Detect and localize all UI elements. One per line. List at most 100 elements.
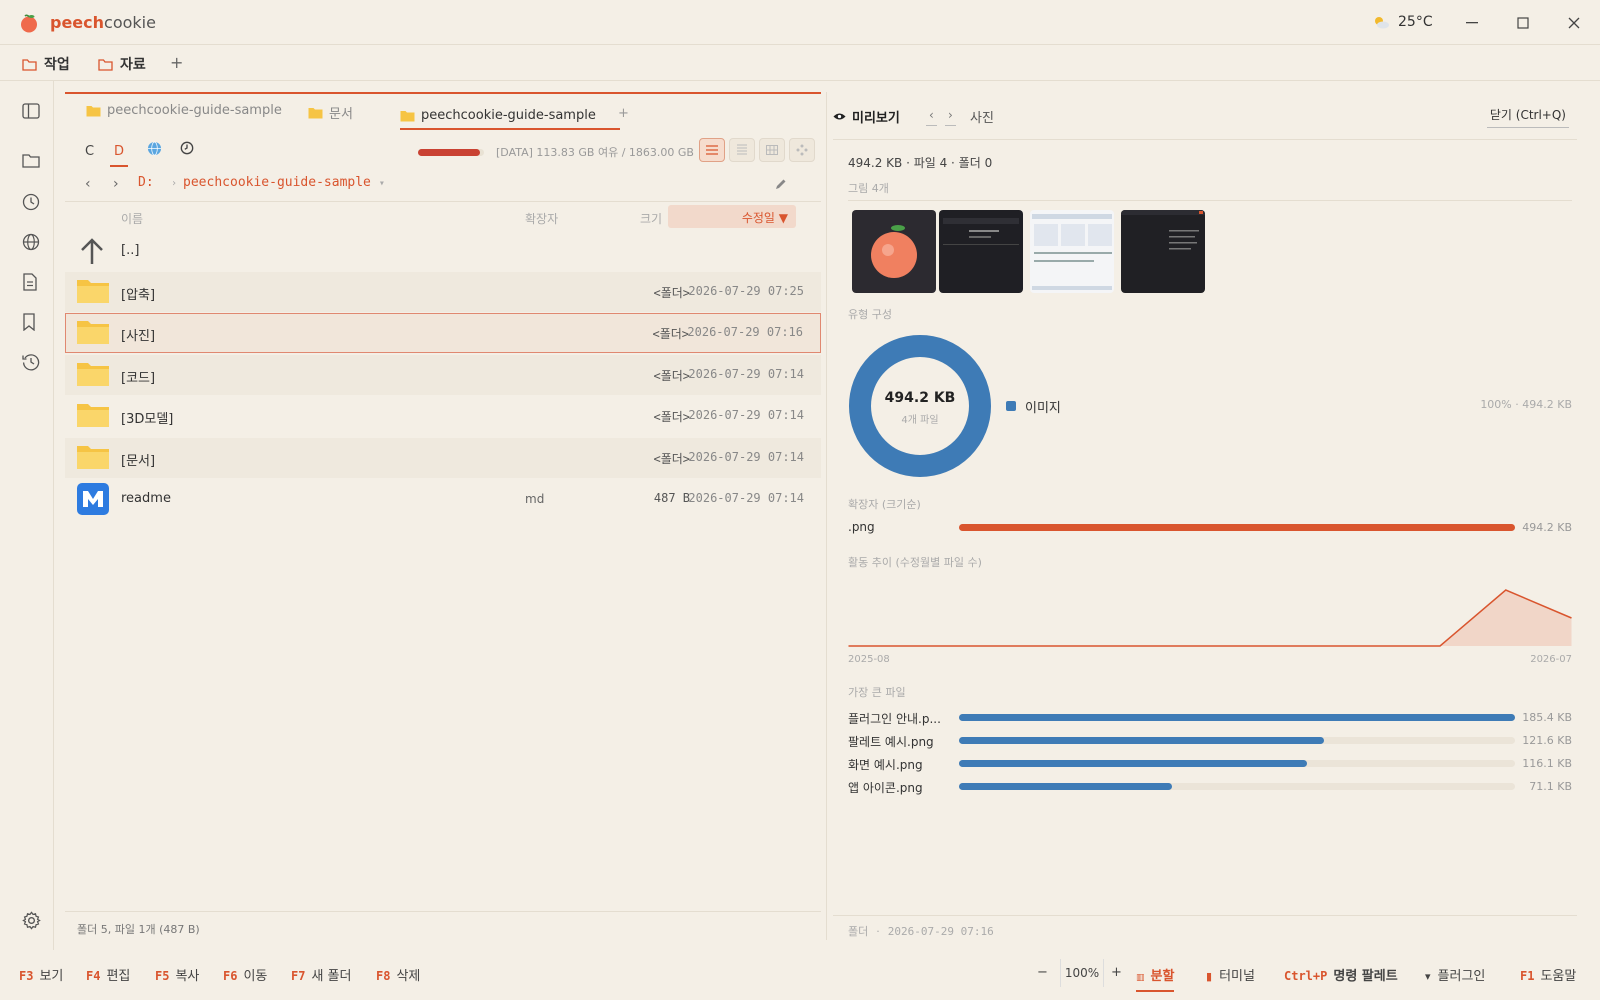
minimize-button[interactable]: [1460, 12, 1484, 34]
panel-divider[interactable]: [826, 92, 827, 940]
type-donut-chart: [849, 335, 991, 477]
plugin-button[interactable]: ▾ 플러그인: [1425, 965, 1485, 984]
thumbnail-screen-example[interactable]: [939, 210, 1023, 293]
activity-trend-chart: [848, 589, 1572, 647]
drive-c-button[interactable]: C: [85, 144, 94, 159]
legend-label: 이미지: [1025, 401, 1061, 416]
table-row[interactable]: [압축] <폴더> 2026-07-29 07:25: [65, 272, 821, 312]
grid-view-button[interactable]: [759, 138, 785, 162]
row-name: [..]: [121, 243, 140, 258]
column-ext[interactable]: 확장자: [525, 210, 558, 227]
table-row-selected[interactable]: [사진] <폴더> 2026-07-29 07:16: [65, 313, 821, 353]
up-arrow-icon: [76, 236, 108, 266]
recent-clock-icon[interactable]: [180, 141, 194, 155]
largest-bar-value: 185.4 KB: [1522, 711, 1572, 724]
history-icon[interactable]: [22, 353, 42, 373]
f8-delete-button[interactable]: F8 삭제: [376, 965, 420, 984]
row-size: <폴더>: [652, 327, 689, 341]
terminal-button[interactable]: ▮ 터미널: [1206, 965, 1255, 984]
largest-bar-fill: [959, 714, 1515, 721]
folder-icon: [400, 110, 415, 122]
toggle-panel-icon[interactable]: [22, 103, 42, 123]
peach-logo-icon: [19, 13, 39, 33]
split-icon: ▥: [1136, 973, 1145, 983]
folder-icon[interactable]: [22, 153, 42, 173]
back-button[interactable]: ‹: [85, 176, 91, 192]
zoom-in-button[interactable]: +: [1111, 965, 1122, 980]
clock-icon[interactable]: [22, 193, 42, 213]
workspace-tab-label: 자료: [120, 57, 146, 73]
folder-icon: [308, 107, 323, 119]
largest-bar-value: 116.1 KB: [1522, 757, 1572, 770]
breadcrumb-folder[interactable]: › peechcookie-guide-sample ▾: [171, 175, 385, 190]
folder-icon: [86, 105, 101, 117]
ext-bar-value: 494.2 KB: [1522, 521, 1572, 534]
f5-copy-button[interactable]: F5 복사: [155, 965, 199, 984]
table-row[interactable]: [3D모델] <폴더> 2026-07-29 07:14: [65, 396, 821, 436]
add-tab-button[interactable]: +: [618, 106, 629, 121]
column-name[interactable]: 이름: [121, 210, 143, 227]
thumbnail-plugin-guide[interactable]: [1121, 210, 1205, 293]
thumbnail-app-icon[interactable]: [852, 210, 936, 293]
parent-row[interactable]: [..]: [65, 231, 821, 271]
zoom-out-button[interactable]: −: [1037, 965, 1048, 980]
table-row[interactable]: [코드] <폴더> 2026-07-29 07:14: [65, 355, 821, 395]
tile-view-button[interactable]: [789, 138, 815, 162]
weather-icon: [1372, 14, 1390, 30]
table-row[interactable]: [문서] <폴더> 2026-07-29 07:14: [65, 438, 821, 478]
thumbnail-palette-example[interactable]: [1030, 210, 1114, 293]
edit-path-icon[interactable]: [775, 178, 787, 190]
function-key-bar: F3 보기 F4 편집 F5 복사 F6 이동 F7 새 폴더 F8 삭제 − 100% +…: [0, 950, 1600, 1000]
f6-move-button[interactable]: F6 이동: [223, 965, 267, 984]
globe-icon[interactable]: [22, 233, 42, 253]
row-size: <폴더>: [653, 369, 690, 383]
file-tab-label: peechcookie-guide-sample: [421, 108, 596, 123]
forward-button[interactable]: ›: [113, 176, 119, 192]
close-window-button[interactable]: [1562, 12, 1586, 34]
drive-d-button[interactable]: D: [110, 144, 129, 167]
largest-bar-label: 플러그인 안내.p...: [848, 712, 941, 726]
file-tab-active[interactable]: peechcookie-guide-sample: [400, 103, 620, 130]
file-tabs: peechcookie-guide-sample 문서 peechcookie-…: [65, 92, 821, 130]
document-icon[interactable]: [22, 273, 42, 293]
column-size[interactable]: 크기: [640, 210, 662, 227]
f4-edit-button[interactable]: F4 편집: [86, 965, 130, 984]
column-date-sorted[interactable]: 수정일 ▼: [668, 205, 796, 228]
f7-new-folder-button[interactable]: F7 새 폴더: [291, 965, 351, 984]
preview-header: 미리보기 ‹ › 사진 닫기 (Ctrl+Q): [833, 104, 1577, 140]
bookmark-icon[interactable]: [22, 313, 42, 333]
help-button[interactable]: F1 도움말: [1520, 965, 1576, 984]
preview-forward-button[interactable]: ›: [945, 108, 956, 126]
preview-back-button[interactable]: ‹: [926, 108, 937, 126]
add-workspace-button[interactable]: +: [170, 53, 183, 72]
largest-bar-label: 앱 아이콘.png: [848, 781, 923, 795]
command-palette-button[interactable]: Ctrl+P 명령 팔레트: [1284, 965, 1398, 984]
detail-view-button[interactable]: [729, 138, 755, 162]
breadcrumb-drive[interactable]: D:: [138, 175, 154, 190]
drive-bar: C D [DATA] 113.83 GB 여유 / 1863.00 GB: [65, 137, 821, 167]
largest-bar-fill: [959, 760, 1308, 767]
maximize-button[interactable]: [1511, 12, 1535, 34]
trend-end-label: 2026-07: [1530, 654, 1572, 665]
workspace-tab-materials[interactable]: 자료: [98, 54, 146, 74]
row-date: 2026-07-29 07:14: [688, 408, 804, 422]
disk-usage-fill: [418, 149, 481, 156]
row-date: 2026-07-29 07:14: [688, 450, 804, 464]
settings-gear-icon[interactable]: [22, 911, 42, 931]
file-tab[interactable]: 문서: [308, 103, 353, 122]
row-size: 487 B: [653, 491, 690, 505]
close-preview-button[interactable]: 닫기 (Ctrl+Q): [1486, 104, 1569, 128]
disk-usage-bar: [418, 149, 484, 156]
file-tab[interactable]: peechcookie-guide-sample: [86, 103, 282, 118]
f3-view-button[interactable]: F3 보기: [19, 965, 63, 984]
network-globe-icon[interactable]: [147, 141, 162, 156]
table-row[interactable]: readme md 487 B 2026-07-29 07:14: [65, 479, 821, 519]
row-date: 2026-07-29 07:25: [688, 284, 804, 298]
split-toggle-button[interactable]: ▥ 분할: [1136, 965, 1175, 992]
row-size: <폴더>: [653, 410, 690, 424]
list-view-button[interactable]: [699, 138, 725, 162]
largest-bar-fill: [959, 737, 1324, 744]
workspace-tab-work[interactable]: 작업: [22, 54, 70, 74]
weather-widget[interactable]: 25°C: [1372, 14, 1433, 30]
preview-folder-name: 사진: [970, 111, 994, 126]
